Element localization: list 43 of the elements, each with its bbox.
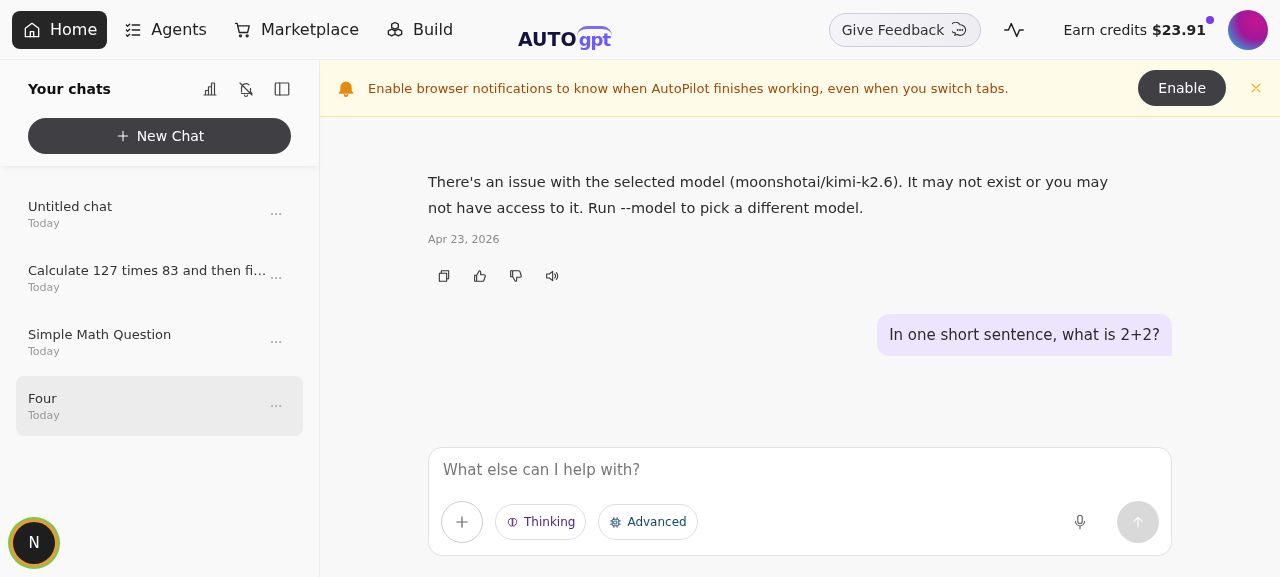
chat-list-item[interactable]: Calculate 127 times 83 and then fi… Today xyxy=(16,248,303,308)
nav-tab[interactable]: Home xyxy=(12,10,108,49)
message-date: Apr 23, 2026 xyxy=(428,233,501,246)
chat-title: Untitled chat xyxy=(28,198,113,214)
chat-list-item[interactable]: Four Today xyxy=(16,376,303,436)
new-chat-button[interactable]: New Chat xyxy=(28,118,291,154)
bar-chart-icon[interactable] xyxy=(201,80,219,98)
mode-toggle-button[interactable]: Thinking xyxy=(495,504,587,540)
sidebar-title: Your chats xyxy=(28,81,112,97)
chat-date: Today xyxy=(28,408,61,422)
chat-list-item[interactable]: Simple Math Question Today xyxy=(16,312,303,372)
autogpt-logo[interactable]: AUTOgpt xyxy=(518,9,613,50)
speaker-icon[interactable] xyxy=(544,268,560,284)
give-feedback-button[interactable]: Give Feedback xyxy=(828,12,982,47)
user-message: In one short sentence, what is 2+2? xyxy=(877,314,1172,356)
chip-icon xyxy=(609,515,623,529)
bell-off-icon[interactable] xyxy=(237,80,255,98)
chat-title: Simple Math Question xyxy=(28,326,173,342)
nav-tab[interactable]: Marketplace xyxy=(222,10,369,49)
chat-title: Calculate 127 times 83 and then fi… xyxy=(28,262,268,278)
thumbs-up-icon[interactable] xyxy=(472,268,488,284)
enable-button[interactable]: Enable xyxy=(1138,70,1226,106)
nav-tab[interactable]: Build xyxy=(375,10,464,49)
chat-list-item[interactable]: Untitled chat Today xyxy=(16,184,303,244)
chat-date: Today xyxy=(28,280,61,294)
credit-balance: $23.91 xyxy=(1152,21,1206,38)
nav-tab[interactable]: Agents xyxy=(113,10,217,49)
earn-credits-label[interactable]: Earn credits xyxy=(1063,21,1147,38)
banner-message: Enable browser notifications to know when AutoPilot finishes working, even when you switch tabs. xyxy=(368,80,1010,96)
chat-title: Four xyxy=(28,390,58,406)
brain-icon xyxy=(506,515,519,529)
chat-bubble-icon xyxy=(952,21,969,38)
sidebar-toggle-icon[interactable] xyxy=(273,80,291,98)
mode-toggle-button[interactable]: Advanced xyxy=(598,504,698,540)
message-input-field[interactable]: What else can I help with? Thinking Advanced xyxy=(428,447,1172,556)
copy-icon[interactable] xyxy=(436,268,452,284)
chat-date: Today xyxy=(28,344,61,358)
thumbs-down-icon[interactable] xyxy=(508,268,524,284)
chat-date: Today xyxy=(28,216,61,230)
assistant-message: There's an issue with the selected model (moonshotai/kimi-k2.6). It may not exist or you may not have access to it. Run --model to pick a different model. xyxy=(428,173,1110,218)
arrow-up-icon xyxy=(1130,514,1146,530)
avatar[interactable] xyxy=(1228,9,1268,50)
plus-icon xyxy=(453,513,471,531)
